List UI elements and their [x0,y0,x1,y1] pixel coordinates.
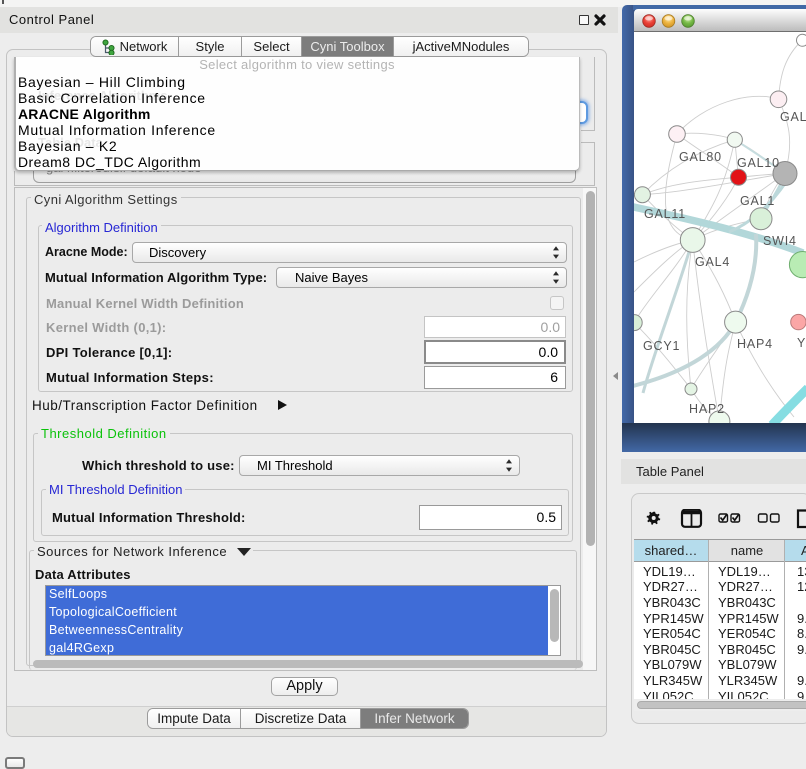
svg-text:GAL10: GAL10 [737,156,780,170]
svg-text:GAL80: GAL80 [679,150,722,164]
svg-text:HAP2: HAP2 [689,402,725,416]
svg-text:HAP4: HAP4 [737,337,773,351]
svg-text:YE: YE [797,336,806,350]
svg-text:GAL11: GAL11 [644,207,686,221]
svg-text:GAL4: GAL4 [695,255,730,269]
svg-text:GAL1: GAL1 [740,194,775,208]
svg-text:GCY1: GCY1 [643,339,680,353]
svg-text:GAL7: GAL7 [780,110,806,124]
svg-text:SWI4: SWI4 [763,234,797,248]
